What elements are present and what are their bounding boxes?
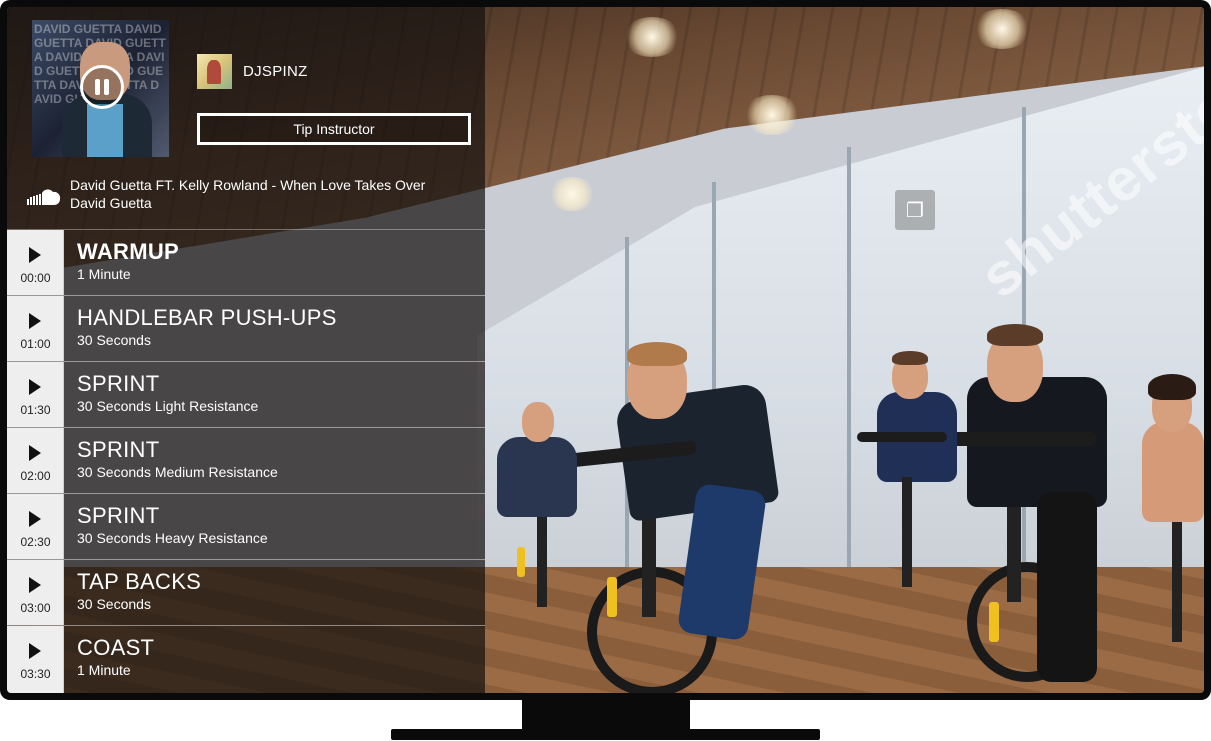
track-artist: David Guetta [70,195,152,211]
pause-icon [95,79,100,95]
play-cell[interactable]: 03:00 [7,560,64,625]
tv-stand-neck [522,698,690,730]
ceiling-light [622,17,682,57]
play-icon [29,445,41,461]
play-cell[interactable]: 02:00 [7,428,64,493]
item-name: SPRINT [77,503,160,528]
item-time: 03:30 [20,667,51,681]
tv-stand-base [391,729,820,740]
workout-item-sprint-medium[interactable]: 02:00 SPRINT 30 Seconds Medium Resistanc… [7,428,485,494]
item-description: 30 Seconds [77,596,151,612]
play-icon [29,643,41,659]
item-time: 02:30 [20,535,51,549]
item-description: 1 Minute [77,662,131,678]
item-name: WARMUP [77,239,180,264]
item-description: 30 Seconds Light Resistance [77,398,259,414]
play-icon [29,247,41,263]
play-icon [29,577,41,593]
pause-button[interactable] [80,65,124,109]
item-time: 03:00 [20,601,51,615]
watermark-logo-icon: ❐ [895,190,935,230]
ceiling-light [547,177,597,211]
play-cell[interactable]: 00:00 [7,230,64,295]
ceiling-light [972,9,1032,49]
item-name: COAST [77,635,155,660]
tip-instructor-button[interactable]: Tip Instructor [197,113,471,145]
soundcloud-icon [27,189,61,205]
item-name: SPRINT [77,437,160,462]
workout-item-tap-backs[interactable]: 03:00 TAP BACKS 30 Seconds [7,560,485,626]
window-mullion [847,147,851,577]
item-time: 02:00 [20,469,51,483]
item-time: 00:00 [20,271,51,285]
item-description: 1 Minute [77,266,131,282]
tv-screen: ❐ shutterstock DAVID GUETTA DAVID GUETTA… [7,7,1204,693]
item-name: HANDLEBAR PUSH-UPS [77,305,337,330]
ceiling-light [742,95,802,135]
play-icon [29,511,41,527]
now-playing-section: DAVID GUETTA DAVID GUETTA DAVID GUETTA D… [7,7,485,231]
item-name: SPRINT [77,371,160,396]
rider [1132,372,1204,652]
rider [857,347,967,597]
play-icon [29,379,41,395]
item-description: 30 Seconds [77,332,151,348]
rider [477,397,597,617]
item-description: 30 Seconds Heavy Resistance [77,530,268,546]
item-description: 30 Seconds Medium Resistance [77,464,278,480]
play-cell[interactable]: 03:30 [7,626,64,693]
workout-panel: DAVID GUETTA DAVID GUETTA DAVID GUETTA D… [7,7,485,693]
workout-item-handlebar-push-ups[interactable]: 01:00 HANDLEBAR PUSH-UPS 30 Seconds [7,296,485,362]
play-cell[interactable]: 01:30 [7,362,64,427]
instructor-avatar [197,54,232,89]
play-cell[interactable]: 02:30 [7,494,64,559]
instructor-name: DJSPINZ [243,63,308,80]
workout-list: 00:00 WARMUP 1 Minute 01:00 HANDLEBAR PU… [7,230,485,693]
track-title: David Guetta FT. Kelly Rowland - When Lo… [70,177,426,193]
workout-item-sprint-light[interactable]: 01:30 SPRINT 30 Seconds Light Resistance [7,362,485,428]
item-time: 01:00 [20,337,51,351]
item-name: TAP BACKS [77,569,202,594]
workout-item-warmup[interactable]: 00:00 WARMUP 1 Minute [7,230,485,296]
tv-frame: ❐ shutterstock DAVID GUETTA DAVID GUETTA… [0,0,1211,700]
play-cell[interactable]: 01:00 [7,296,64,361]
play-icon [29,313,41,329]
item-time: 01:30 [20,403,51,417]
workout-item-coast[interactable]: 03:30 COAST 1 Minute [7,626,485,693]
workout-item-sprint-heavy[interactable]: 02:30 SPRINT 30 Seconds Heavy Resistance [7,494,485,560]
